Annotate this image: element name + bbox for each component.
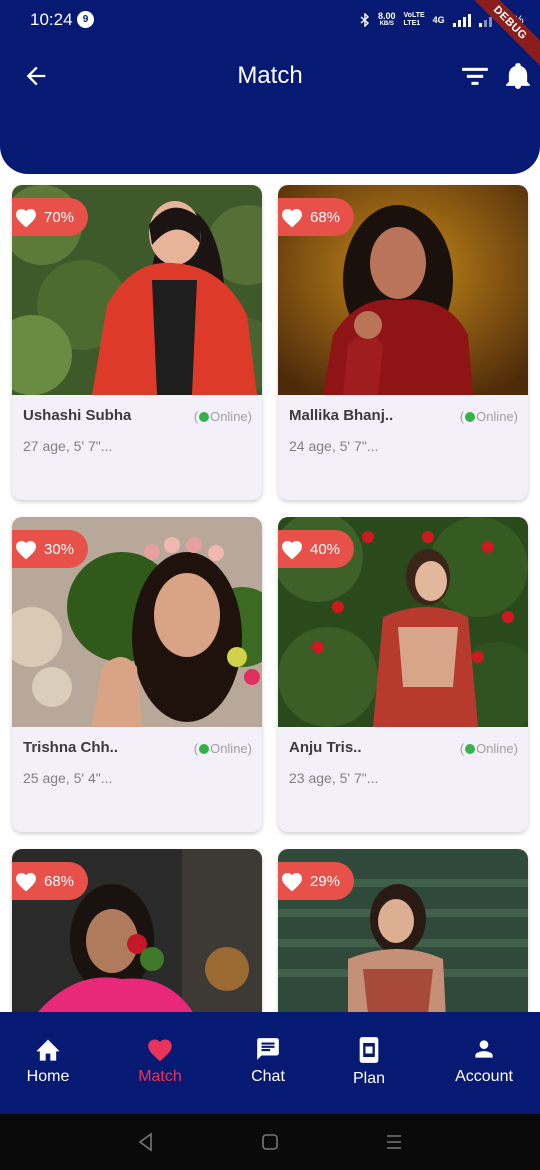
bluetooth-icon [360,13,370,27]
filter-icon [462,67,488,85]
match-percent-badge: 68% [278,198,354,236]
match-percent-badge: 70% [12,198,88,236]
nav-account-label: Account [455,1068,513,1085]
nav-plan[interactable]: Plan [341,1036,397,1100]
match-percent-badge: 40% [278,530,354,568]
match-percent-badge: 30% [12,530,88,568]
heart-icon [16,209,36,228]
status-time: 10:24 [30,10,73,29]
nav-chat-label: Chat [251,1068,285,1085]
notification-count-badge: 9 [77,11,94,28]
match-percent-badge: 68% [12,862,88,900]
match-percent: 68% [44,872,75,890]
nav-home[interactable]: Home [18,1036,78,1100]
profile-details: 24 age, 5' 7"... [289,438,379,454]
online-dot [465,411,476,422]
match-percent: 40% [310,540,341,558]
online-dot [199,743,210,754]
bell-icon [506,63,530,89]
home-icon [36,1039,60,1061]
status-bar: 10:24 9 8.00 KB/S VoLTE LTE1 4G 21% DEBU… [0,0,540,72]
profile-name: Trishna Chh.. [23,739,119,756]
nav-home-label: Home [26,1068,70,1085]
signal-icon [452,13,471,27]
triangle-back-icon [138,1132,152,1152]
match-card[interactable]: 40% Anju Tris.. (Online) 23 age, 5' 7"..… [278,517,528,832]
profile-details: 27 age, 5' 7"... [23,438,113,454]
profile-name: Anju Tris.. [289,739,362,756]
match-card[interactable]: 68% Mallika Bhanj.. (Online) 24 age, 5' … [278,185,528,500]
system-home-button[interactable] [258,1130,282,1154]
nav-chat[interactable]: Chat [240,1036,296,1100]
online-status: (Online) [459,741,518,756]
system-back-button[interactable] [134,1130,158,1154]
network-speed: 8.00 KB/S [378,12,396,28]
heart-icon [282,873,302,892]
online-label: Online [476,741,514,756]
volte-indicator: VoLTE LTE1 [404,12,425,28]
system-navigation-bar [0,1114,540,1170]
square-home-icon [262,1134,278,1150]
profile-name: Ushashi Subha [23,407,132,424]
person-icon [475,1040,493,1058]
nav-match[interactable]: Match [130,1036,190,1100]
heart-icon [148,1039,172,1062]
heart-icon [282,209,302,228]
network-speed-unit: KB/S [379,21,394,27]
filter-button[interactable] [461,64,489,88]
volte-top: VoLTE [403,12,425,19]
nav-plan-label: Plan [352,1070,386,1087]
match-percent: 70% [44,208,75,226]
heart-icon [282,541,302,560]
match-percent: 68% [310,208,341,226]
menu-recents-icon [387,1135,401,1149]
notifications-button[interactable] [505,62,531,90]
chat-icon [257,1038,279,1060]
online-dot [465,743,476,754]
online-status: (Online) [193,741,252,756]
heart-icon [16,873,36,892]
match-card[interactable]: 30% Trishna Chh.. (Online) 25 age, 5' 4"… [12,517,262,832]
system-recents-button[interactable] [382,1130,406,1154]
app-bar: Match [0,48,540,104]
match-percent-badge: 29% [278,862,354,900]
online-label: Online [210,409,248,424]
online-label: Online [210,741,248,756]
nav-account[interactable]: Account [448,1036,520,1100]
profile-details: 23 age, 5' 7"... [289,770,379,786]
match-percent: 30% [44,540,75,558]
profile-name: Mallika Bhanj.. [289,407,394,424]
online-status: (Online) [193,409,252,424]
page-title: Match [237,62,303,89]
heart-icon [16,541,36,560]
online-label: Online [476,409,514,424]
nav-match-label: Match [138,1068,182,1085]
network-speed-value: 8.00 [378,11,396,21]
bottom-navigation: Home Match Chat Plan Account [0,1012,540,1114]
volte-bottom: LTE1 [403,20,421,27]
header: 10:24 9 8.00 KB/S VoLTE LTE1 4G 21% DEBU… [0,0,540,174]
match-percent: 29% [310,872,341,890]
online-dot [199,411,210,422]
profile-details: 25 age, 5' 4"... [23,770,113,786]
plan-icon [359,1037,379,1063]
network-type: 4G [432,15,445,25]
match-screen: 10:24 9 8.00 KB/S VoLTE LTE1 4G 21% DEBU… [0,0,540,1170]
match-card[interactable]: 70% Ushashi Subha (Online) 27 age, 5' 7"… [12,185,262,500]
online-status: (Online) [459,409,518,424]
